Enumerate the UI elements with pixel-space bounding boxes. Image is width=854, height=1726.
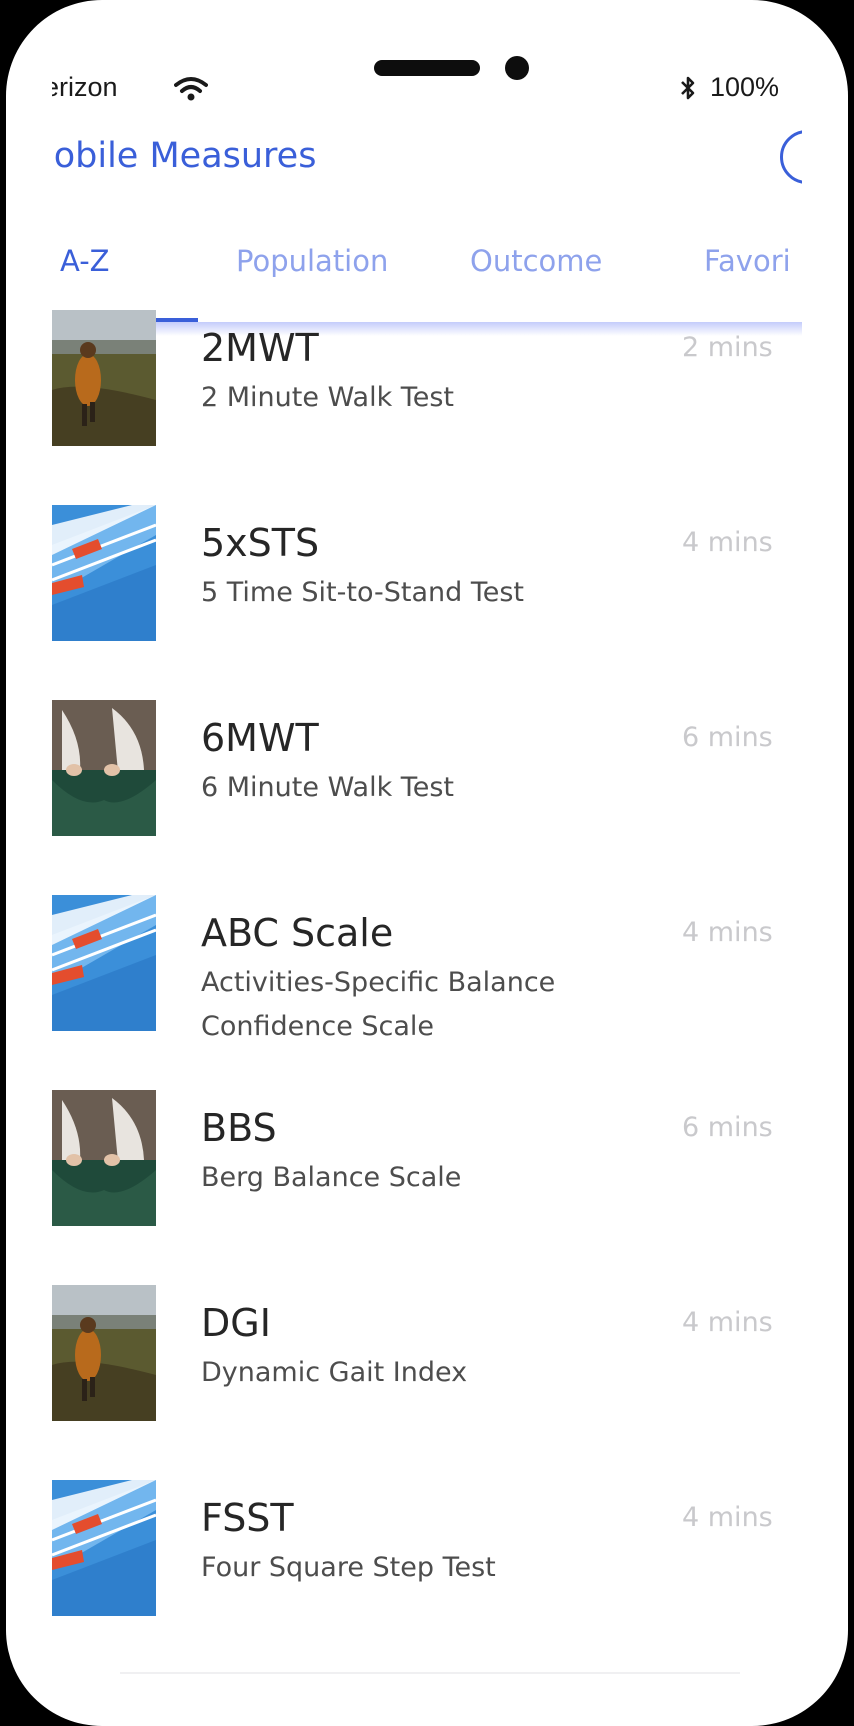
measure-row-bbs[interactable]: BBS Berg Balance Scale 6 mins [52, 1090, 802, 1250]
measure-duration: 4 mins [682, 527, 773, 558]
measure-name: Berg Balance Scale [201, 1162, 462, 1193]
app-screen: erizon 100% lobile Measures A-Z Populati… [52, 48, 802, 1678]
measure-abbreviation: 2MWT [201, 326, 319, 370]
measure-abbreviation: BBS [201, 1106, 277, 1150]
measure-row-abc-scale[interactable]: ABC Scale Activities-Specific Balance Co… [52, 895, 802, 1085]
walking-field-photo [52, 310, 156, 446]
front-camera [505, 56, 529, 80]
measure-row-fsst[interactable]: FSST Four Square Step Test 4 mins [52, 1480, 802, 1640]
seated-feet-photo [52, 700, 156, 836]
measure-row-6mwt[interactable]: 6MWT 6 Minute Walk Test 6 mins [52, 700, 802, 860]
profile-button[interactable] [780, 130, 802, 184]
stairs-sneakers-photo [52, 1480, 156, 1616]
measure-abbreviation: 5xSTS [201, 521, 320, 565]
measure-duration: 4 mins [682, 1307, 773, 1338]
measure-duration: 2 mins [682, 332, 773, 363]
home-indicator [120, 1672, 740, 1674]
tab-bar: A-Z Population Outcome Favori [52, 244, 802, 300]
measure-row-5xsts[interactable]: 5xSTS 5 Time Sit-to-Stand Test 4 mins [52, 505, 802, 665]
walking-field-photo [52, 1285, 156, 1421]
battery-percentage: 100% [710, 72, 780, 102]
wifi-icon [174, 77, 208, 101]
measure-abbreviation: FSST [201, 1496, 294, 1540]
measure-abbreviation: 6MWT [201, 716, 319, 760]
measure-name: 5 Time Sit-to-Stand Test [201, 577, 525, 608]
measure-name: 2 Minute Walk Test [201, 382, 454, 413]
tab-population[interactable]: Population [236, 244, 388, 278]
page-title: lobile Measures [52, 136, 317, 176]
measure-duration: 6 mins [682, 1112, 773, 1143]
tab-outcome[interactable]: Outcome [470, 244, 602, 278]
measure-name: 6 Minute Walk Test [201, 772, 454, 803]
measure-duration: 4 mins [682, 917, 773, 948]
tab-favorites[interactable]: Favori [704, 244, 791, 278]
measure-name: Four Square Step Test [201, 1552, 496, 1583]
seated-feet-photo [52, 1090, 156, 1226]
measure-duration: 4 mins [682, 1502, 773, 1533]
stairs-sneakers-photo [52, 895, 156, 1031]
bluetooth-icon [681, 76, 695, 100]
speaker-grille [374, 60, 480, 76]
measure-name: Dynamic Gait Index [201, 1357, 468, 1388]
stairs-sneakers-photo [52, 505, 156, 641]
measure-abbreviation: ABC Scale [201, 911, 394, 955]
measure-row-2mwt[interactable]: 2MWT 2 Minute Walk Test 2 mins [52, 310, 802, 470]
measure-duration: 6 mins [682, 722, 773, 753]
measure-name: Activities-Specific Balance Confidence S… [201, 967, 556, 1042]
phone-frame: erizon 100% lobile Measures A-Z Populati… [0, 0, 854, 1726]
measure-row-dgi[interactable]: DGI Dynamic Gait Index 4 mins [52, 1285, 802, 1445]
carrier-label: erizon [52, 72, 118, 102]
measure-abbreviation: DGI [201, 1301, 271, 1345]
tab-a-z[interactable]: A-Z [60, 244, 110, 278]
